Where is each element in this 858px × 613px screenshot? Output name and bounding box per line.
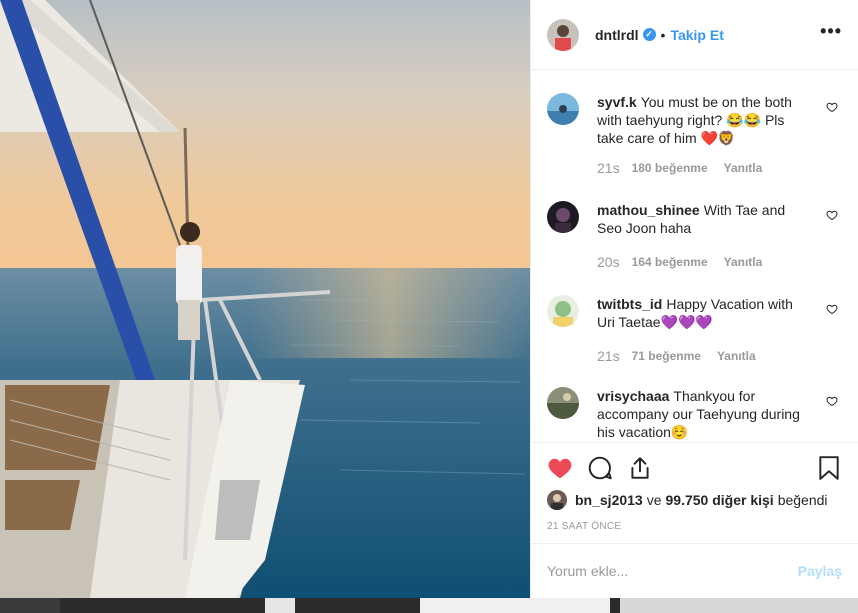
author-username[interactable]: dntlrdl <box>595 27 639 43</box>
comment-time[interactable]: 21s <box>597 159 620 177</box>
comment-input[interactable] <box>547 563 798 579</box>
comment-username[interactable]: mathou_shinee <box>597 202 700 218</box>
heart-filled-icon[interactable] <box>547 455 573 481</box>
commenter-avatar[interactable] <box>547 93 579 125</box>
comment-item: twitbts_id Happy Vacation with Uri Taetae… <box>547 295 842 365</box>
comment-like-heart-icon[interactable] <box>826 395 838 407</box>
comment-like-heart-icon[interactable] <box>826 101 838 113</box>
post-side-panel: dntlrdl ✓ • Takip Et ••• syvf.k You must … <box>530 0 858 598</box>
post-comment-button[interactable]: Paylaş <box>798 563 842 579</box>
liked-by-connector: ve <box>646 492 662 508</box>
commenter-avatar[interactable] <box>547 387 579 419</box>
comment-item: syvf.k You must be on the both with taehy… <box>547 93 842 177</box>
comment-time[interactable]: 20s <box>597 253 620 271</box>
comment-icon[interactable] <box>587 455 613 481</box>
comment-list[interactable]: syvf.k You must be on the both with taehy… <box>531 71 858 442</box>
post-modal: dntlrdl ✓ • Takip Et ••• syvf.k You must … <box>0 0 858 613</box>
action-icon-row <box>547 443 842 493</box>
liked-by-count[interactable]: 99.750 diğer kişi <box>666 492 774 508</box>
add-comment-bar: Paylaş <box>531 543 858 598</box>
commenter-avatar[interactable] <box>547 201 579 233</box>
post-actions: bn_sj2013 ve 99.750 diğer kişi beğendi 2… <box>531 442 858 543</box>
reply-button[interactable]: Yanıtla <box>724 253 763 271</box>
comment-username[interactable]: syvf.k <box>597 94 637 110</box>
share-icon[interactable] <box>627 455 653 481</box>
bookmark-icon[interactable] <box>816 455 842 481</box>
liked-by-line: bn_sj2013 ve 99.750 diğer kişi beğendi <box>547 490 842 510</box>
comment-username[interactable]: vrisychaaa <box>597 388 669 404</box>
commenter-avatar[interactable] <box>547 295 579 327</box>
reply-button[interactable]: Yanıtla <box>717 347 756 365</box>
background-feed-strip <box>0 598 858 613</box>
header-separator: • <box>660 26 666 43</box>
follow-button[interactable]: Takip Et <box>670 27 723 43</box>
liker-avatar[interactable] <box>547 490 567 510</box>
comment-like-heart-icon[interactable] <box>826 209 838 221</box>
comment-time[interactable]: 21s <box>597 347 620 365</box>
post-header: dntlrdl ✓ • Takip Et ••• <box>531 0 858 70</box>
post-photo[interactable] <box>0 0 530 598</box>
author-avatar[interactable] <box>547 18 579 51</box>
comment-item: vrisychaaa Thankyou for accompany our Tae… <box>547 387 842 441</box>
comment-likes[interactable]: 180 beğenme <box>632 159 708 177</box>
comment-like-heart-icon[interactable] <box>826 303 838 315</box>
liked-by-suffix: beğendi <box>777 492 828 508</box>
liked-by-username[interactable]: bn_sj2013 <box>575 492 643 508</box>
reply-button[interactable]: Yanıtla <box>724 159 763 177</box>
sailboat-sunset-image <box>0 0 530 598</box>
more-options-icon[interactable]: ••• <box>820 21 842 48</box>
comment-likes[interactable]: 71 beğenme <box>632 347 701 365</box>
post-timestamp[interactable]: 21 SAAT ÖNCE <box>547 521 842 532</box>
verified-badge-icon: ✓ <box>642 28 656 41</box>
comment-likes[interactable]: 164 beğenme <box>632 253 708 271</box>
comment-username[interactable]: twitbts_id <box>597 296 662 312</box>
comment-item: mathou_shinee With Tae and Seo Joon haha … <box>547 201 842 271</box>
